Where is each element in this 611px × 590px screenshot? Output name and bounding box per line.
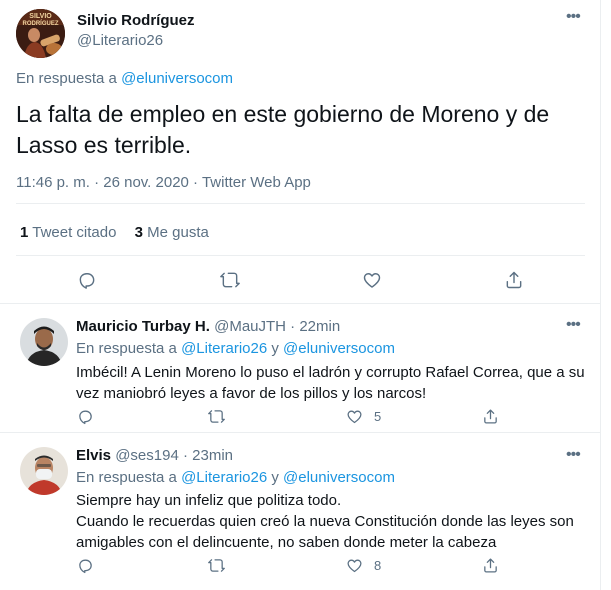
retweet-button[interactable] [207,408,226,425]
share-icon [484,558,497,573]
reply-context: En respuesta a @Literario26 y @elunivers… [76,469,395,486]
like-count: 8 [374,558,382,573]
author-name[interactable]: Mauricio Turbay H. [76,318,210,335]
more-icon[interactable]: ••• [566,316,581,334]
tweet-stats: 1 Tweet citado 3 Me gusta [20,224,209,241]
reply-prefix: En respuesta a [16,70,122,87]
share-button[interactable] [482,408,499,425]
reply-context: En respuesta a @eluniversocom [16,70,233,87]
divider [16,203,585,204]
reply-to-link[interactable]: @Literario26 [181,469,267,486]
like-count: 3 [134,224,143,241]
retweet-button[interactable] [219,270,241,290]
avatar[interactable] [20,318,68,366]
author-handle[interactable]: @ses194 [115,447,179,464]
timeline-column: SILVIO RODRÍGUEZ Silvio Rodríguez @Liter… [0,0,601,590]
reply-context: En respuesta a @Literario26 y @elunivers… [76,340,395,357]
author-handle[interactable]: @Literario26 [77,32,163,49]
reply-to-link[interactable]: @eluniversocom [283,340,395,357]
reply-to-link[interactable]: @eluniversocom [283,469,395,486]
tweet-text-line: vez maniobró leyes a favor de los pillos… [76,385,427,402]
reply-tweet[interactable]: Mauricio Turbay H. @MauJTH · 22min ••• E… [0,304,601,433]
like-button[interactable] [362,270,382,290]
tweet-text-line: Cuando le recuerdas quien creó la nueva … [76,513,574,530]
separator-dot: · [178,447,193,464]
timestamp[interactable]: 23min [192,447,233,464]
retweet-icon [208,559,225,572]
reply-and: y [267,469,284,486]
author-name[interactable]: Elvis [76,447,111,464]
tweet-meta[interactable]: 11:46 p. m. · 26 nov. 2020 · Twitter Web… [16,174,311,191]
reply-tweet[interactable]: Elvis @ses194 · 23min ••• En respuesta a… [0,433,601,590]
reply-prefix: En respuesta a [76,340,182,357]
reply-to-link[interactable]: @Literario26 [181,340,267,357]
avatar-image [20,318,68,366]
reply-icon [79,273,95,289]
reply-prefix: En respuesta a [76,469,182,486]
reply-icon [79,559,92,574]
share-button[interactable] [482,557,499,574]
separator-dot: · [286,318,300,335]
share-icon [484,409,497,424]
reply-header: Elvis @ses194 · 23min [76,447,233,464]
retweet-icon [220,272,240,288]
like-icon [347,559,362,573]
avatar-image [20,447,68,495]
timestamp[interactable]: 22min [299,318,340,335]
like-count: 5 [374,409,382,424]
quote-tweets-stat[interactable]: 1 Tweet citado [20,224,116,241]
reply-icon [79,410,92,425]
like-button[interactable]: 8 [346,557,381,574]
reply-header: Mauricio Turbay H. @MauJTH · 22min [76,318,340,335]
quote-label: Tweet citado [32,224,117,241]
divider [16,255,585,256]
author-name[interactable]: Silvio Rodríguez [77,12,195,29]
more-icon[interactable]: ••• [566,8,581,26]
avatar[interactable]: SILVIO RODRÍGUEZ [16,9,65,58]
reply-to-link[interactable]: @eluniversocom [121,70,233,87]
avatar[interactable] [20,447,68,495]
like-label: Me gusta [147,224,209,241]
retweet-button[interactable] [207,557,226,574]
tweet-text-line: Siempre hay un infeliz que politiza todo… [76,492,342,509]
reply-and: y [267,340,284,357]
like-button[interactable]: 5 [346,408,381,425]
like-icon [363,273,381,288]
tweet-text: La falta de empleo en este gobierno de M… [16,101,550,158]
tweet-text: Imbécil! A Lenin Moreno lo puso el ladró… [76,362,591,404]
retweet-icon [208,410,225,423]
avatar-title-top: SILVIO [29,13,52,20]
quote-count: 1 [20,224,29,241]
avatar-image: SILVIO RODRÍGUEZ [16,9,65,58]
share-button[interactable] [504,270,524,290]
tweet-actions [0,266,601,298]
author-handle[interactable]: @MauJTH [214,318,286,335]
like-icon [347,410,362,424]
likes-stat[interactable]: 3 Me gusta [135,224,209,241]
reply-button[interactable] [77,408,94,425]
avatar-title-bottom: RODRÍGUEZ [23,19,59,27]
main-tweet: SILVIO RODRÍGUEZ Silvio Rodríguez @Liter… [0,0,601,304]
reply-button[interactable] [77,557,94,574]
share-icon [506,271,522,289]
reply-button[interactable] [77,270,97,290]
tweet-text: Siempre hay un infeliz que politiza todo… [76,490,591,553]
tweet-text-line: amigables con el delincuente, no saben d… [76,534,497,551]
more-icon[interactable]: ••• [566,446,581,464]
tweet-text-line: Imbécil! A Lenin Moreno lo puso el ladró… [76,364,585,381]
